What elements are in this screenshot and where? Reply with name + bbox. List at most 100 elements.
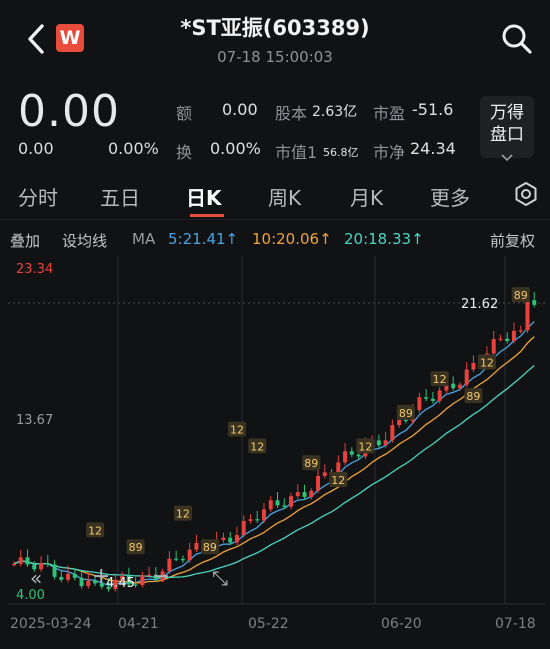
badge-text: 89: [514, 289, 528, 302]
candle-body: [349, 451, 354, 455]
candle-body: [471, 362, 476, 370]
candle-body: [356, 454, 361, 457]
tab-five-day[interactable]: 五日: [100, 182, 140, 211]
badge-text: 12: [480, 356, 494, 369]
badge-text: 12: [176, 508, 190, 521]
ma-lines: [13, 321, 535, 586]
badge-text: 12: [358, 440, 372, 453]
tab-monthly-k[interactable]: 月K: [350, 182, 383, 211]
candle-body: [457, 384, 462, 389]
candle-body: [403, 419, 408, 422]
fullscreen-button[interactable]: ⤡: [212, 566, 228, 590]
candle-body: [261, 509, 266, 521]
signal-badge: 89: [126, 539, 145, 555]
candle-body: [390, 425, 395, 441]
candle-body: [397, 419, 402, 426]
candle-body: [302, 492, 307, 498]
ma20-line: [13, 365, 535, 579]
candle-body: [289, 496, 294, 507]
badge-text: 12: [230, 424, 244, 437]
candle-body: [180, 558, 185, 561]
search-icon: [502, 24, 532, 54]
signal-badge: 12: [173, 505, 192, 521]
quote-datetime: 07-18 15:00:03: [217, 48, 333, 66]
candle-body: [525, 300, 530, 331]
candle-body: [424, 397, 429, 399]
tab-more[interactable]: 更多: [430, 182, 470, 211]
pb-value: 24.34: [410, 139, 456, 158]
ma10-value: 10:20.06↑: [252, 230, 332, 248]
settings-icon: [515, 182, 537, 206]
candle-body: [52, 564, 57, 577]
candles: [12, 291, 537, 592]
tab-weekly-k[interactable]: 周K: [268, 182, 301, 211]
set-ma-button[interactable]: 设均线: [62, 230, 107, 251]
amount-value: 0.00: [222, 100, 258, 119]
shares-label: 股本: [275, 104, 308, 123]
candle-body: [316, 475, 321, 491]
candle-body: [25, 557, 30, 565]
signal-badge: 89: [200, 539, 219, 555]
x-date-3: 05-22: [248, 616, 289, 632]
y-max-label: 23.34: [16, 262, 54, 277]
x-date-2: 04-21: [118, 616, 159, 632]
signal-badges: 12 89 12 89 12 12 89 12 12 89 12 89 12 89: [86, 287, 530, 555]
badge-text: 89: [399, 407, 413, 420]
zoom-out-button[interactable]: −: [152, 564, 170, 589]
turnover-value: 0.00%: [210, 139, 261, 158]
signal-badge: 12: [329, 472, 348, 488]
adjust-button[interactable]: 前复权: [490, 230, 535, 251]
price-change-pct: 0.00%: [108, 139, 159, 158]
candle-body: [491, 339, 496, 354]
candle-body: [505, 338, 510, 342]
candle-body: [228, 537, 233, 543]
badge-text: 12: [331, 474, 345, 487]
candle-body: [147, 574, 152, 576]
candle-body: [241, 520, 246, 536]
candle-body: [18, 557, 23, 565]
candle-body: [140, 575, 145, 586]
badge-text: 12: [250, 440, 264, 453]
stock-title: *ST亚振(603389): [180, 16, 370, 40]
search-button[interactable]: [500, 22, 534, 56]
scroll-back-button[interactable]: «: [30, 566, 42, 590]
badge-text: 89: [203, 541, 217, 554]
candle-body: [86, 580, 91, 587]
candle-body: [268, 500, 273, 510]
wande-orderbook-button[interactable]: 万得 盘口: [480, 96, 534, 162]
candle-body: [464, 369, 469, 385]
signal-badge: 12: [477, 354, 496, 370]
candle-body: [174, 558, 179, 560]
overlay-button[interactable]: 叠加: [10, 230, 40, 251]
tab-daily-k[interactable]: 日K: [186, 182, 222, 211]
candle-body: [72, 573, 77, 578]
signal-badge: 12: [356, 438, 375, 454]
candle-body: [282, 505, 287, 507]
candle-body: [59, 576, 64, 580]
x-date-5: 07-18: [495, 616, 536, 632]
candle-body: [417, 397, 422, 411]
tab-intraday[interactable]: 分时: [18, 182, 58, 211]
zoom-in-button[interactable]: +: [92, 564, 110, 589]
candle-body: [336, 462, 341, 474]
candle-body: [275, 500, 280, 506]
ma20-value: 20:18.33↑: [344, 230, 424, 248]
candle-body: [194, 542, 199, 550]
candle-body: [234, 535, 239, 543]
mcap-label: 市值1: [275, 143, 318, 162]
turnover-label: 换: [176, 143, 193, 162]
ma5-value: 5:21.41↑: [168, 230, 239, 248]
candle-body: [437, 390, 442, 401]
badge-text: 12: [433, 373, 447, 386]
candle-body: [248, 519, 253, 521]
mcap-value: 56.8亿: [323, 146, 359, 159]
y-mid-label: 13.67: [16, 413, 54, 428]
x-date-1: 2025-03-24: [10, 616, 92, 632]
ma10-line: [13, 336, 535, 584]
y-min-label: 4.00: [16, 588, 45, 603]
candle-body: [451, 383, 456, 389]
candle-body: [383, 440, 388, 446]
chart-settings-button[interactable]: [512, 180, 540, 208]
candle-body: [511, 330, 516, 342]
candle-body: [532, 300, 537, 305]
